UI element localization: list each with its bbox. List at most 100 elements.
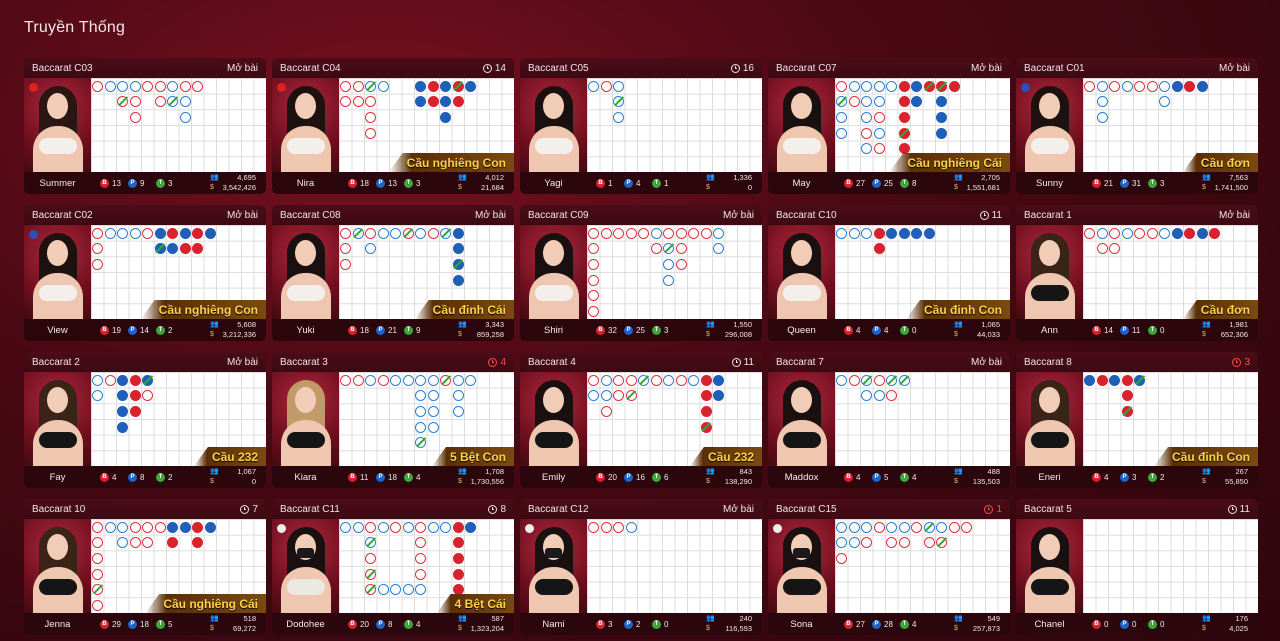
road-bead [192,521,203,533]
table-card[interactable]: Baccarat C12 Mở bài Nami B 3 P 2 T 0 👥 240 $116,593 [520,499,762,635]
dollar-icon: $ [210,331,214,338]
road-bead [154,521,166,533]
road-bead [92,390,103,402]
table-card[interactable]: Baccarat 1 Mở bài Ann Cầu đơn B 14 P 11 T 0 👥 1,981… [1016,205,1258,341]
table-card[interactable]: Baccarat C08 Mở bài Yuki Cầu đinh Cái B 18 P 21… [272,205,514,341]
road-bead [898,96,910,108]
table-status: 1 [984,504,1002,515]
table-card[interactable]: Baccarat C09 Mở bài Shiri B 32 P 25 T 3 👥 1,550 $29… [520,205,762,341]
table-card[interactable]: Baccarat C01 Mở bài Sunny Cầu đơn B 21 P 31 T 3 👥 7… [1016,58,1258,194]
player-count: P4 [872,325,900,335]
table-name: Baccarat C11 [280,503,340,515]
table-card[interactable]: Baccarat 3 4 Kiara 5 Bệt Con B 11 P 18 T 4 👥 1,708 $… [272,352,514,488]
stats-bar: B 1 P 4 T 1 👥 1,336 $0 [587,172,762,194]
banker-count: B 14 [1092,325,1120,335]
players-line: 👥 267 [1202,467,1248,477]
road-bead [167,243,178,255]
road-bead [340,258,351,270]
banker-chip: B [348,472,357,482]
players-count: 1,981 [1229,320,1248,329]
table-card[interactable]: Baccarat C02 Mở bài View Cầu nghiêng Con B 19… [24,205,266,341]
road-bead [588,305,599,317]
road-bead [836,374,847,386]
player-chip: P [624,472,633,482]
players-count: 267 [1235,467,1248,476]
stats-bar: B 18 P 21 T 9 👥 3,343 $859,258 [339,319,514,341]
dealer-photo [24,519,91,613]
stats-bar: B 0 P 0 T 0 👥 176 $4,025 [1083,613,1258,635]
dollar-icon: $ [954,331,958,338]
table-card[interactable]: Baccarat C10 11 Queen Cầu đinh Con B 4 P 4 T 0 👥 1,… [768,205,1010,341]
dealer-outfit [783,138,821,154]
player-value: 31 [1132,178,1141,188]
road-bead [452,80,464,92]
player-count: P 21 [376,325,404,335]
road-bead [1159,80,1170,92]
road-bead [365,80,376,92]
clock-icon [488,504,498,514]
stats-bar: B 14 P 11 T 0 👥 1,981 $652,306 [1083,319,1258,341]
status-text: Mở bài [970,356,1002,368]
table-card[interactable]: Baccarat C03 Mở bài Summer B 13 P 9 T 3 👥 4,695 $3,… [24,58,266,194]
table-card[interactable]: Baccarat 10 7 Jenna Cầu nghiêng Cái B 29 P 18 T 5… [24,499,266,635]
player-count: P 18 [128,619,156,629]
table-card[interactable]: Baccarat 8 3 Eneri Cầu đinh Con B 4 P 3 T 2 👥 267 $5… [1016,352,1258,488]
flag-icon [29,230,38,239]
dealer-outfit [535,432,573,448]
road-bead [861,127,872,139]
player-chip: P [376,472,385,482]
banker-value: 18 [360,325,369,335]
table-card[interactable]: Baccarat C05 16 Yagi B 1 P 4 T 1 👥 1,336 $0 [520,58,762,194]
road-bead [440,227,451,239]
stats-bar: B 11 P 18 T 4 👥 1,708 $1,730,556 [339,466,514,488]
dealer-photo [768,78,835,172]
bet-amount: 1,741,500 [1214,183,1248,192]
road-bead [1184,227,1195,239]
road-bead [1109,80,1120,92]
road-bead [117,421,128,433]
table-card[interactable]: Baccarat C15 1 Sona B 27 P 28 T 4 👥 549 $257,873 [768,499,1010,635]
pattern-badge: Cầu 232 [689,447,762,466]
users-icon: 👥 [210,468,219,475]
table-card[interactable]: Baccarat 4 11 Emily Cầu 232 B 20 P 16 T 6 👥 843 $138… [520,352,762,488]
road-bead [923,80,935,92]
player-chip: P [376,325,385,335]
bet-amount: 0 [747,183,752,192]
pattern-badge: Cầu đinh Cái [414,300,514,319]
dealer-face [47,534,68,560]
table-card[interactable]: Baccarat C11 8 Dodohee 4 Bệt Cái B 20 P 8 T 4 👥 587… [272,499,514,635]
banker-count: B4 [100,472,128,482]
status-text: Mở bài [474,209,506,221]
tie-count: T6 [652,472,680,482]
tie-count: T2 [156,325,184,335]
road-bead [886,521,897,533]
pattern-badge: 4 Bệt Cái [436,594,514,613]
users-icon: 👥 [1202,174,1211,181]
banker-count: B 11 [348,472,376,482]
banker-count: B 29 [100,619,128,629]
status-text: 1 [996,503,1002,515]
dealer-name: Yagi [520,172,587,194]
dealer-face [295,387,316,413]
player-count: P8 [128,472,156,482]
table-card[interactable]: Baccarat C07 Mở bài May Cầu nghiêng Cái B 27 P… [768,58,1010,194]
dealer-face [543,240,564,266]
road-bead [861,143,872,155]
table-card[interactable]: Baccarat 5 11 Chanel B 0 P 0 T 0 👥 176 $4,025 [1016,499,1258,635]
amount-line: $69,272 [210,624,256,634]
player-count: P5 [872,472,900,482]
road-bead [465,374,476,386]
player-chip: P [624,325,633,335]
clock-icon [984,504,994,514]
table-card[interactable]: Baccarat C04 14 Nira Cầu nghiêng Con B 18 P 13 T… [272,58,514,194]
road-bead [192,243,203,255]
table-card[interactable]: Baccarat 2 Mở bài Fay Cầu 232 B 4 P 8 T 2 👥 1,067 $0 [24,352,266,488]
road-bead [129,537,141,549]
road-bead [836,537,847,549]
bet-info: 👥 1,708 $1,730,556 [458,467,504,487]
users-icon: 👥 [458,615,467,622]
bet-info: 👥 3,343 $859,258 [458,320,504,340]
face-mask [793,548,810,558]
road-bead [1159,227,1170,239]
table-card[interactable]: Baccarat 7 Mở bài Maddox B 4 P 5 T 4 👥 488 $135,503 [768,352,1010,488]
